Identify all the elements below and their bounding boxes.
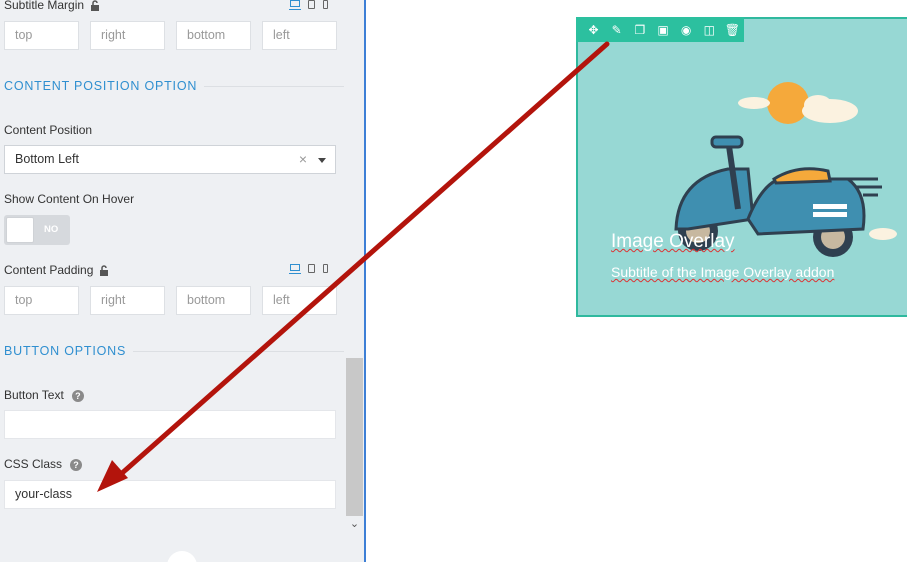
annotation-arrow: [97, 41, 610, 492]
page-root: Subtitle Margin top right bottom left CO…: [0, 0, 907, 562]
